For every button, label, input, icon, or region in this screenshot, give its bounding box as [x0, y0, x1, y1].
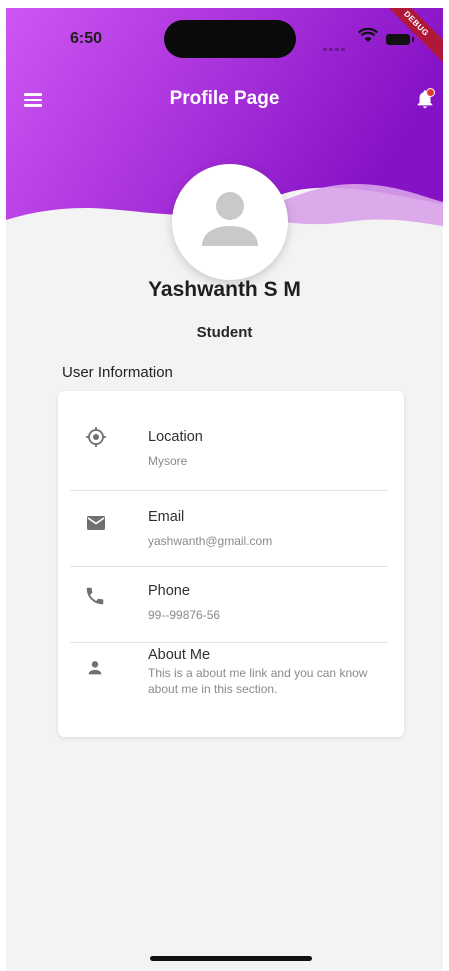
info-row-location[interactable]: Location Mysore	[58, 391, 404, 491]
info-value: yashwanth@gmail.com	[148, 534, 273, 548]
section-title: User Information	[62, 364, 173, 381]
phone-icon	[84, 585, 110, 611]
notification-bell-icon[interactable]	[414, 88, 438, 112]
info-row-about-me[interactable]: About Me This is a about me link and you…	[58, 643, 404, 737]
dynamic-island	[164, 20, 296, 58]
info-row-phone[interactable]: Phone 99--99876-56	[58, 567, 404, 643]
user-info-card: Location Mysore Email yashwanth@gmail.co…	[58, 391, 404, 737]
signal-icon	[323, 38, 347, 56]
notification-badge	[426, 88, 435, 97]
info-value: Mysore	[148, 454, 188, 468]
info-label: About Me	[148, 647, 211, 663]
info-label: Location	[148, 429, 203, 445]
person-placeholder-icon	[202, 192, 258, 246]
profile-role: Student	[196, 324, 253, 341]
page-title: Profile Page	[169, 88, 280, 109]
info-row-email[interactable]: Email yashwanth@gmail.com	[58, 491, 404, 567]
status-time: 6:50	[70, 30, 103, 47]
person-icon	[84, 657, 110, 683]
app-bar: Profile Page	[6, 78, 443, 122]
info-label: Email	[148, 509, 185, 525]
avatar[interactable]	[172, 164, 288, 280]
info-value: 99--99876-56	[148, 608, 221, 622]
app-screen: 6:50 DEBUG Profile Page Yashwanth S M St…	[6, 8, 443, 971]
battery-icon	[386, 34, 414, 45]
status-bar: 6:50 DEBUG	[6, 8, 443, 69]
home-indicator[interactable]	[150, 956, 312, 961]
info-value: This is a about me link and you can know…	[148, 666, 368, 696]
wifi-icon	[358, 27, 378, 49]
email-icon	[84, 511, 110, 537]
info-label: Phone	[148, 583, 190, 599]
profile-name: Yashwanth S M	[148, 278, 301, 301]
location-target-icon	[84, 425, 110, 451]
